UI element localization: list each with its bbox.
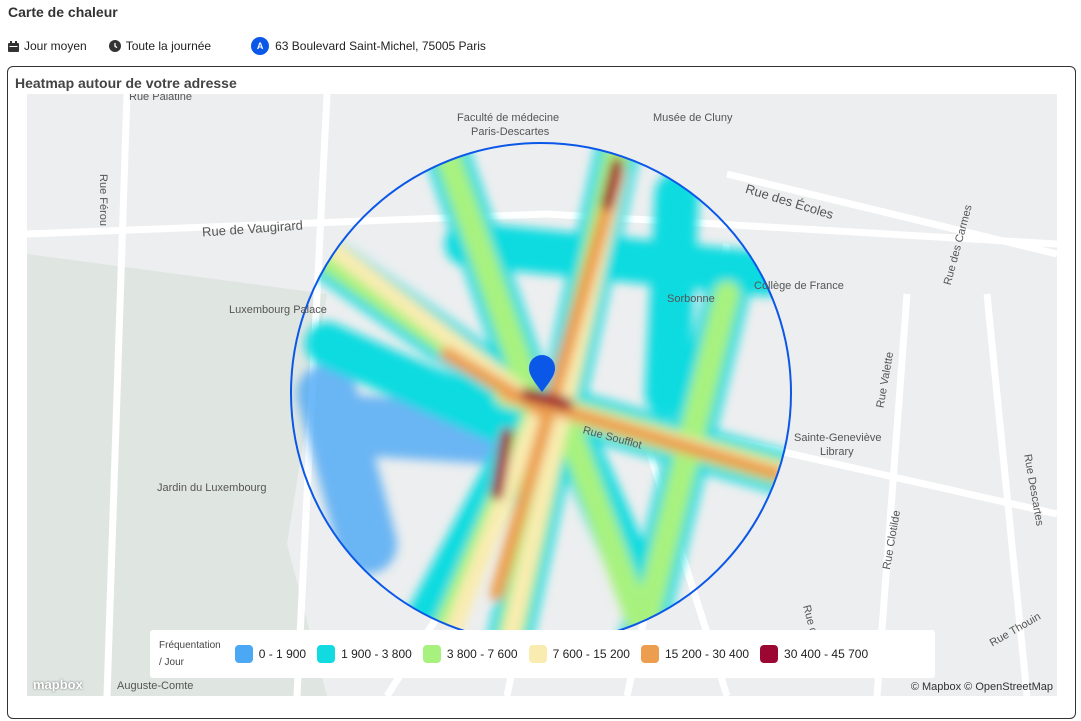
map-label: Auguste-Comte <box>117 680 194 692</box>
legend-swatch <box>422 645 441 663</box>
calendar-icon <box>8 40 19 52</box>
filter-day-label: Jour moyen <box>24 39 87 53</box>
legend-swatch <box>234 645 253 663</box>
map-label: Rue Palatine <box>129 94 192 103</box>
map-label: Rue Férou <box>96 174 109 226</box>
legend: Fréquentation / Jour 0 - 1 900 1 900 - 3 … <box>150 630 935 678</box>
map-label: Faculté de médecine <box>457 112 560 124</box>
map-canvas <box>27 94 1057 696</box>
heatmap <box>291 143 791 643</box>
legend-title: Fréquentation / Jour <box>159 640 221 668</box>
map-label: Musée de Cluny <box>653 112 733 124</box>
legend-item: 7 600 - 15 200 <box>528 645 630 663</box>
filter-time-label: Toute la journée <box>125 39 212 53</box>
legend-item: 30 400 - 45 700 <box>760 645 868 663</box>
card-title: Heatmap autour de votre adresse <box>15 75 237 91</box>
filter-bar: Jour moyen Toute la journée A 63 Bouleva… <box>8 37 508 55</box>
legend-item: 1 900 - 3 800 <box>317 645 412 663</box>
map-label: Sorbonne <box>667 293 715 305</box>
map-label: Luxembourg Palace <box>229 304 327 316</box>
legend-item: 15 200 - 30 400 <box>640 645 749 663</box>
map-label: Library <box>820 446 854 458</box>
legend-item: 3 800 - 7 600 <box>422 645 518 663</box>
legend-swatch <box>317 645 336 663</box>
page-title: Carte de chaleur <box>8 4 118 20</box>
map-label: Paris-Descartes <box>471 126 550 138</box>
legend-swatch <box>640 645 659 663</box>
filter-day[interactable]: Jour moyen <box>8 39 87 53</box>
map-label: Jardin du Luxembourg <box>157 482 267 494</box>
map-attribution[interactable]: © Mapbox © OpenStreetMap <box>911 681 1053 693</box>
address-badge: A <box>251 37 270 55</box>
map-label: Collège de France <box>754 280 844 292</box>
legend-swatch <box>760 645 779 663</box>
legend-swatch <box>528 645 547 663</box>
address-label: 63 Boulevard Saint-Michel, 75005 Paris <box>275 39 486 53</box>
map-label: Sainte-Geneviève <box>794 432 882 444</box>
legend-item: 0 - 1 900 <box>234 645 306 663</box>
heatmap-card: Heatmap autour de votre adresse Rue Pala… <box>7 66 1076 719</box>
mapbox-logo[interactable]: mapbox <box>33 677 83 692</box>
filter-time[interactable]: Toute la journée <box>108 39 212 53</box>
clock-icon <box>108 40 121 52</box>
map[interactable]: Rue Palatine Faculté de médecine Paris-D… <box>27 94 1057 696</box>
address[interactable]: A 63 Boulevard Saint-Michel, 75005 Paris <box>251 37 486 55</box>
